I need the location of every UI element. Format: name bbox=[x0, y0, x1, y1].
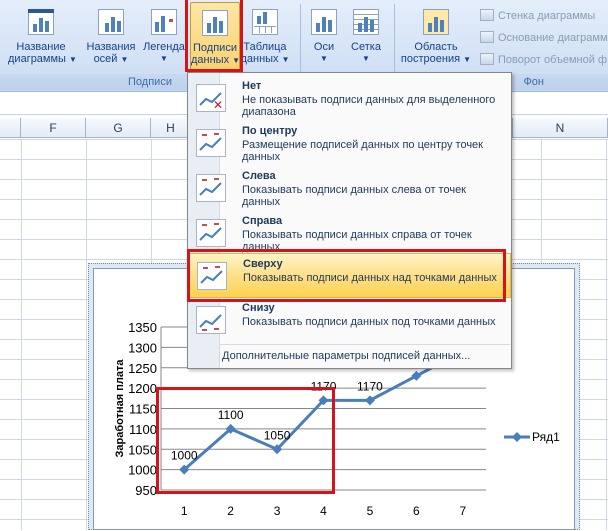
chart-wall-command[interactable]: Стенка диаграммы bbox=[480, 6, 595, 26]
menu-separator bbox=[220, 344, 510, 345]
menu-item-left[interactable]: Слева Показывать подписи данных слева от … bbox=[188, 166, 511, 211]
data-label-center-icon bbox=[196, 129, 226, 157]
annotation-box-chart bbox=[156, 387, 335, 494]
y-tick-label: 1300 bbox=[128, 340, 157, 355]
gridlines-button[interactable]: Сетка ▼ bbox=[346, 2, 386, 74]
menu-item-title: Справа bbox=[242, 215, 283, 227]
y-tick-label: 1350 bbox=[128, 320, 157, 335]
menu-item-center[interactable]: По центру Размещение подписей данных по ц… bbox=[188, 121, 511, 166]
menu-item-below[interactable]: Снизу Показывать подписи данных под точка… bbox=[188, 298, 511, 343]
x-tick-label: 1 bbox=[181, 504, 188, 518]
axis-titles-button[interactable]: Названия осей ▼ bbox=[82, 2, 140, 74]
annotation-box-ribbon bbox=[185, 0, 243, 72]
x-tick-label: 3 bbox=[274, 504, 281, 518]
legend-marker bbox=[512, 432, 522, 442]
plot-area-button[interactable]: Область построения ▼ bbox=[398, 2, 474, 74]
svg-text:✕: ✕ bbox=[213, 98, 223, 111]
data-label-right-icon bbox=[196, 219, 226, 247]
menu-item-none[interactable]: ✕ Нет Не показывать подписи данных для выд… bbox=[188, 76, 511, 121]
y-tick-label: 1200 bbox=[128, 381, 157, 396]
x-tick-label: 7 bbox=[459, 504, 466, 518]
data-table-icon bbox=[249, 6, 281, 38]
chart-title-button[interactable]: Название диаграммы ▼ bbox=[8, 2, 77, 74]
y-tick-label: 1150 bbox=[129, 402, 157, 417]
y-tick-label: 1100 bbox=[129, 422, 157, 437]
menu-item-description: Показывать подписи данных под точками да… bbox=[242, 316, 496, 328]
plot-area-icon bbox=[420, 6, 452, 38]
y-tick-label: 1050 bbox=[128, 442, 157, 457]
legend-label: Ряд1 bbox=[532, 430, 560, 444]
corner-cell[interactable] bbox=[0, 118, 21, 138]
data-label-none-icon: ✕ bbox=[196, 84, 226, 112]
gridlines-icon bbox=[350, 6, 382, 38]
data-table-button[interactable]: Таблица данных ▼ bbox=[240, 2, 290, 74]
x-tick-label: 2 bbox=[227, 504, 234, 518]
data-label-left-icon bbox=[196, 174, 226, 202]
chart-floor-icon bbox=[480, 31, 494, 43]
column-header-g[interactable]: G bbox=[86, 118, 151, 138]
y-axis-title: Заработная плата bbox=[114, 359, 126, 458]
annotation-box-menu-item bbox=[187, 249, 506, 302]
menu-item-title: Слева bbox=[242, 170, 276, 182]
menu-item-title: По центру bbox=[242, 125, 298, 137]
legend-icon bbox=[148, 6, 180, 38]
x-tick-label: 5 bbox=[367, 504, 374, 518]
data-labels-menu: ✕ Нет Не показывать подписи данных для выд… bbox=[187, 72, 512, 369]
3d-rotation-icon bbox=[480, 53, 494, 65]
menu-item-description: Показывать подписи данных слева от точек… bbox=[242, 184, 466, 208]
menu-item-description: Не показывать подписи данных для выделен… bbox=[242, 94, 496, 118]
y-tick-label: 950 bbox=[135, 483, 157, 498]
column-header-f[interactable]: F bbox=[21, 118, 86, 138]
column-header-n[interactable]: N bbox=[512, 118, 608, 138]
axes-button[interactable]: Оси ▼ bbox=[304, 2, 344, 74]
x-tick-label: 4 bbox=[320, 504, 327, 518]
chart-title-icon bbox=[25, 6, 57, 38]
menu-item-title: Снизу bbox=[242, 302, 275, 314]
y-tick-label: 1250 bbox=[128, 361, 157, 376]
more-data-label-options[interactable]: Дополнительные параметры подписей данных… bbox=[222, 350, 470, 362]
x-tick-label: 6 bbox=[413, 504, 420, 518]
menu-item-description: Размещение подписей данных по центру точ… bbox=[242, 139, 483, 163]
legend-button[interactable]: Легенда ▼ bbox=[140, 2, 188, 74]
chart-floor-command[interactable]: Основание диаграмм bbox=[480, 28, 608, 48]
chart-wall-icon bbox=[480, 9, 494, 21]
data-label-below-icon bbox=[196, 306, 226, 334]
column-header-h[interactable]: H bbox=[151, 118, 191, 138]
data-label: 1170 bbox=[357, 379, 383, 393]
axes-icon bbox=[308, 6, 340, 38]
menu-item-title: Нет bbox=[242, 80, 262, 92]
y-tick-label: 1000 bbox=[128, 463, 157, 478]
3d-rotation-command[interactable]: Поворот объемной ф bbox=[480, 50, 607, 70]
axis-titles-icon bbox=[95, 6, 127, 38]
